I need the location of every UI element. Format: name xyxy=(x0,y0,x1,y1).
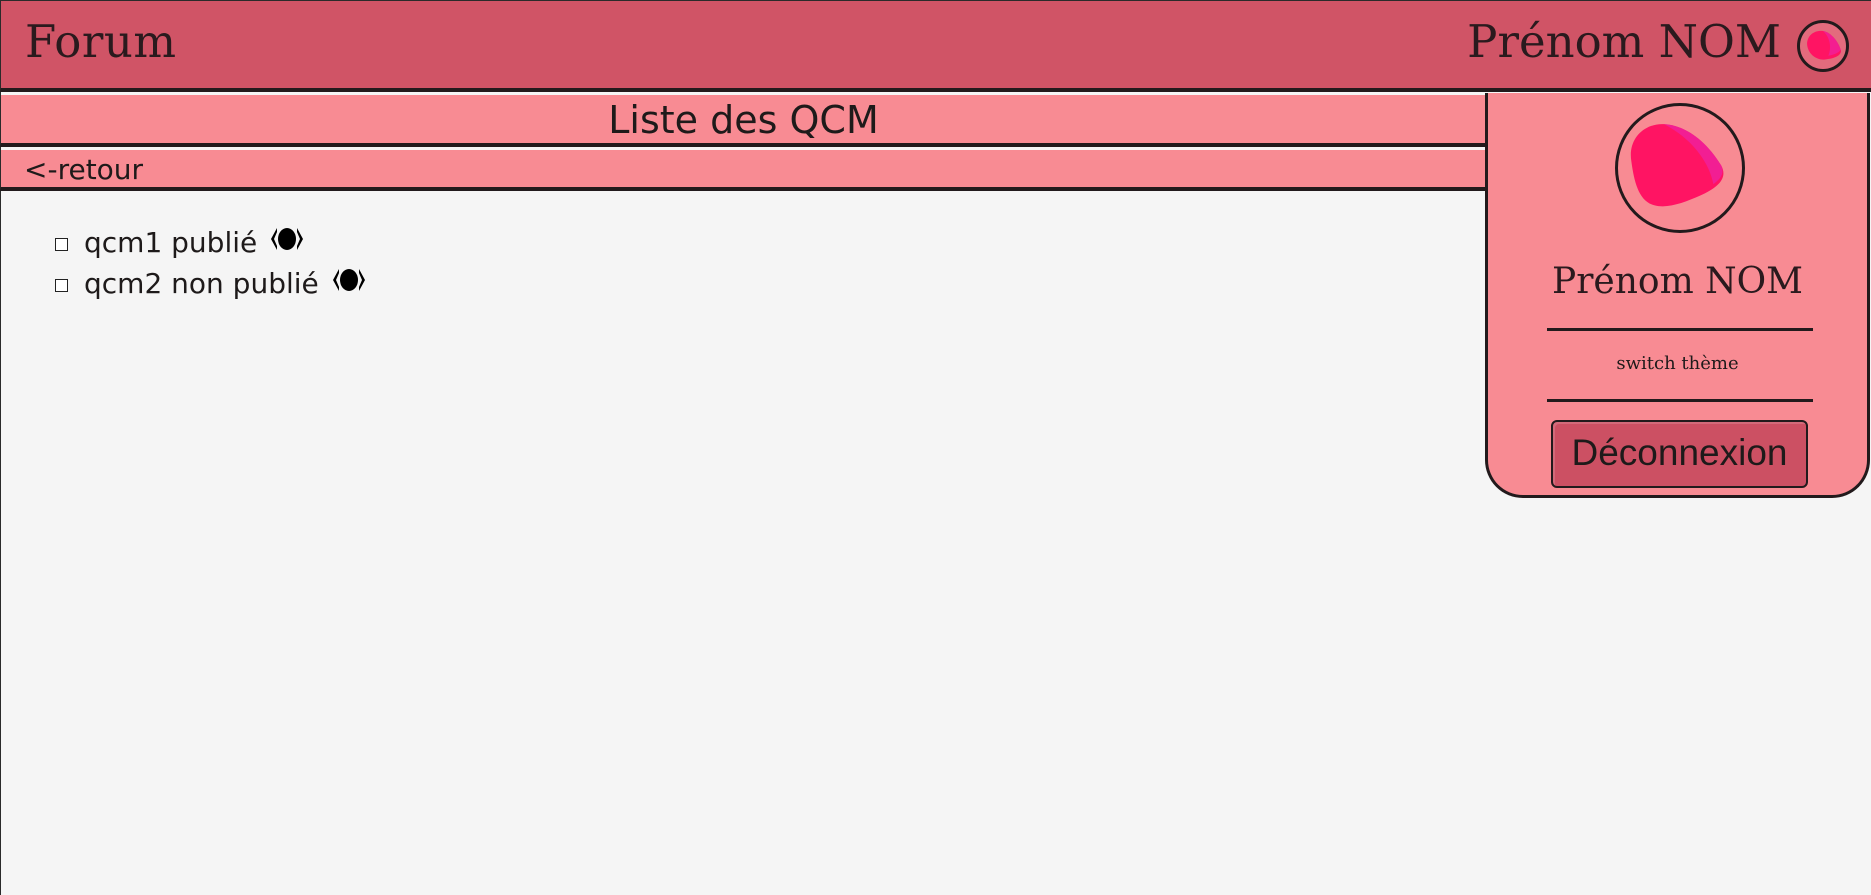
avatar[interactable] xyxy=(1797,20,1849,72)
user-side-panel: Prénom NOM switch thème Déconnexion xyxy=(1485,93,1870,498)
eye-icon[interactable] xyxy=(265,222,309,256)
switch-theme-link[interactable]: switch thème xyxy=(1488,353,1867,374)
top-header: Forum Prénom NOM xyxy=(0,0,1871,92)
divider xyxy=(1547,399,1813,402)
qcm-checkbox[interactable] xyxy=(55,238,68,251)
avatar-large xyxy=(1615,103,1745,233)
avatar-blob-icon xyxy=(1630,124,1724,207)
page-title: Liste des QCM xyxy=(608,98,879,142)
page-title-bar: Liste des QCM xyxy=(0,95,1486,147)
brand-logo[interactable]: Forum xyxy=(25,15,177,68)
side-user-name: Prénom NOM xyxy=(1551,261,1804,302)
qcm-list: qcm1 publié qcm2 non publié xyxy=(55,222,371,304)
qcm-label[interactable]: qcm2 non publié xyxy=(84,267,319,300)
qcm-checkbox[interactable] xyxy=(55,279,68,292)
qcm-label[interactable]: qcm1 publié xyxy=(84,226,257,259)
header-user-name[interactable]: Prénom NOM xyxy=(1467,15,1781,68)
avatar-blob-icon xyxy=(1807,30,1841,60)
back-bar: <-retour xyxy=(0,150,1486,191)
divider xyxy=(1547,328,1813,331)
logout-button[interactable]: Déconnexion xyxy=(1551,420,1808,488)
back-link[interactable]: <-retour xyxy=(24,153,143,186)
eye-icon[interactable] xyxy=(327,263,371,297)
list-item: qcm2 non publié xyxy=(55,263,371,304)
list-item: qcm1 publié xyxy=(55,222,371,263)
